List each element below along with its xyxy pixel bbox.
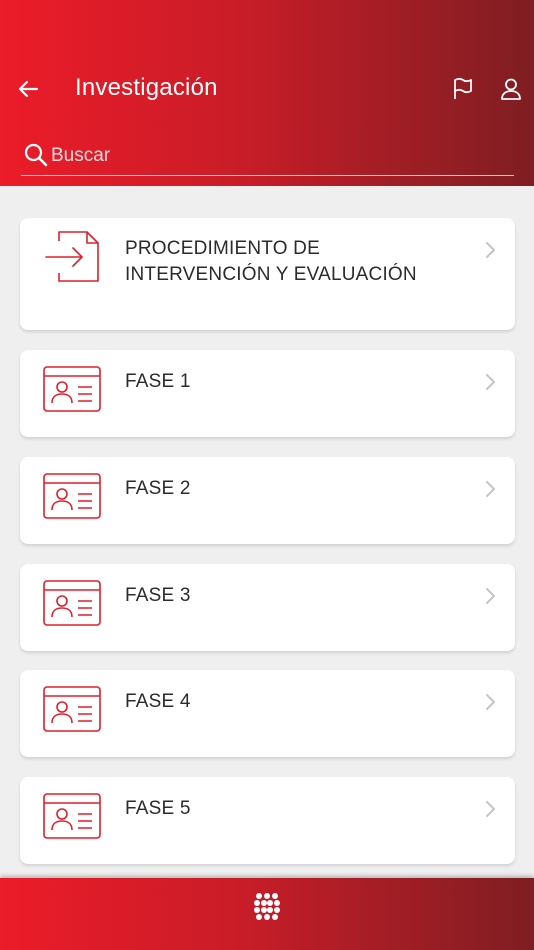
chevron-right-icon [486,242,495,258]
search-bar [21,138,514,176]
list-item-label: FASE 3 [125,585,191,606]
list-item-label: FASE 4 [125,691,191,712]
id-card-icon [43,473,101,519]
chevron-right-icon [486,694,495,710]
page-title: Investigación [75,74,218,101]
apps-grid-icon [254,893,280,920]
arrow-left-icon [18,80,39,98]
list-item-fase-3[interactable]: FASE 3 [20,564,515,651]
id-card-icon [43,793,101,839]
chevron-right-icon [486,374,495,390]
chevron-right-icon [486,588,495,604]
list-item-label: FASE 1 [125,371,191,392]
apps-menu-button[interactable] [253,892,281,920]
list-item-fase-1[interactable]: FASE 1 [20,350,515,437]
flag-button[interactable] [450,76,476,102]
back-button[interactable] [14,76,42,102]
id-card-icon [43,580,101,626]
bottom-bar [0,878,534,950]
search-input[interactable] [51,142,501,170]
list-item-fase-4[interactable]: FASE 4 [20,670,515,757]
document-import-icon [45,231,99,282]
list-item-fase-5[interactable]: FASE 5 [20,777,515,864]
list-item-label: FASE 2 [125,478,191,499]
list-item-fase-2[interactable]: FASE 2 [20,457,515,544]
profile-button[interactable] [498,76,524,102]
list-item-label: PROCEDIMIENTO DE INTERVENCIÓN Y EVALUACI… [125,238,417,285]
search-icon [24,143,48,167]
id-card-icon [43,686,101,732]
list-item-procedimiento[interactable]: PROCEDIMIENTO DE INTERVENCIÓN Y EVALUACI… [20,218,515,330]
id-card-icon [43,366,101,412]
app-header: Investigación [0,0,534,186]
chevron-right-icon [486,481,495,497]
flag-icon [454,77,472,99]
list-item-label: FASE 5 [125,798,191,819]
chevron-right-icon [486,801,495,817]
user-icon [501,78,521,100]
